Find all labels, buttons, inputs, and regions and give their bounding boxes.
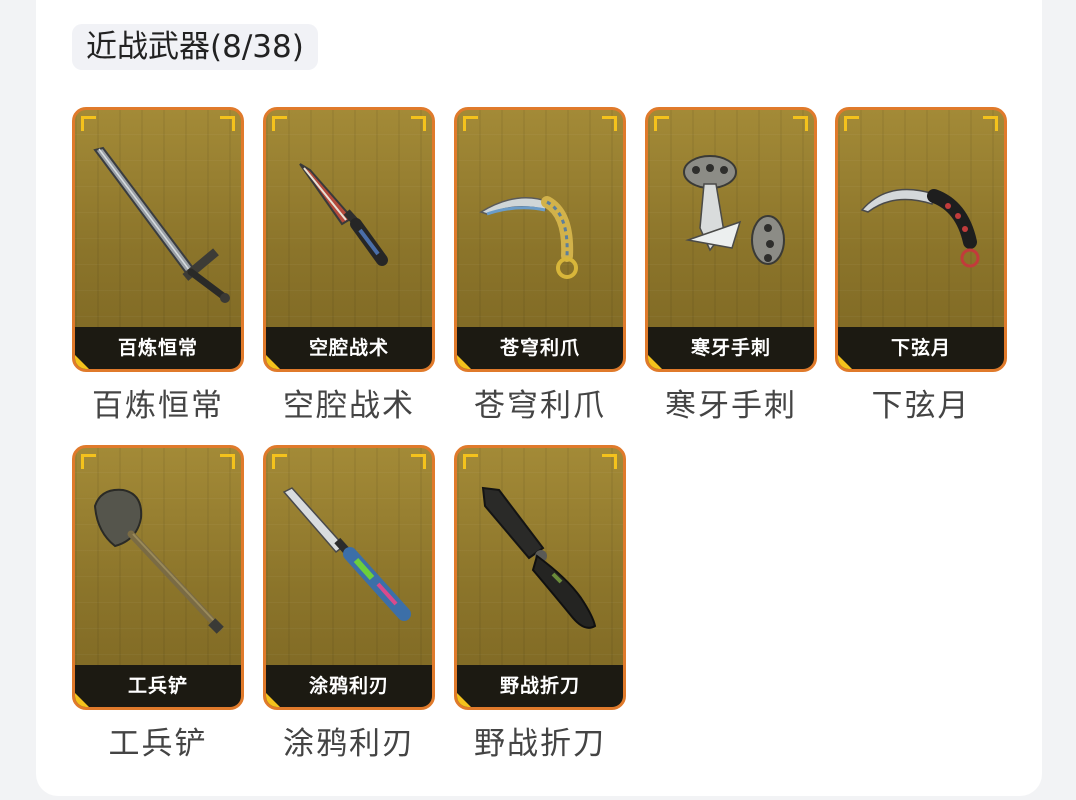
karambit-dark-icon [860,188,980,268]
weapon-caption-1: 百炼恒常 [92,388,224,424]
weapon-card-3[interactable]: 苍穹利爪 [454,107,626,372]
weapon-caption-7: 涂鸦利刃 [283,726,415,762]
tactical-knife-icon [299,163,388,266]
weapon-caption-4: 寒牙手刺 [665,388,797,424]
name-bar: 工兵铲 [75,665,241,707]
longsword-icon [93,146,230,303]
push-dagger-icon [683,155,785,265]
weapon-card-2[interactable]: 空腔战术 [263,107,435,372]
weapon-card-6[interactable]: 工兵铲 [72,445,244,710]
folding-knife-icon [481,486,597,629]
weapon-caption-3: 苍穹利爪 [474,388,606,424]
weapon-card-7[interactable]: 涂鸦利刃 [263,445,435,710]
shovel-icon [93,488,224,634]
weapon-caption-6: 工兵铲 [108,726,208,762]
name-bar: 百炼恒常 [75,327,241,369]
weapon-caption-5: 下弦月 [871,388,971,424]
weapon-caption-2: 空腔战术 [283,388,415,424]
section-title: 近战武器(8/38) [72,24,318,70]
weapon-card-4[interactable]: 寒牙手刺 [645,107,817,372]
graffiti-knife-icon [282,487,411,621]
name-bar: 空腔战术 [266,327,432,369]
weapon-card-1[interactable]: 百炼恒常 [72,107,244,372]
name-bar: 野战折刀 [457,665,623,707]
name-bar: 苍穹利爪 [457,327,623,369]
name-bar: 寒牙手刺 [648,327,814,369]
weapon-card-5[interactable]: 下弦月 [835,107,1007,372]
weapon-caption-8: 野战折刀 [474,726,606,762]
weapon-card-8[interactable]: 野战折刀 [454,445,626,710]
name-bar: 下弦月 [838,327,1004,369]
name-bar: 涂鸦利刃 [266,665,432,707]
karambit-icon [479,196,578,279]
